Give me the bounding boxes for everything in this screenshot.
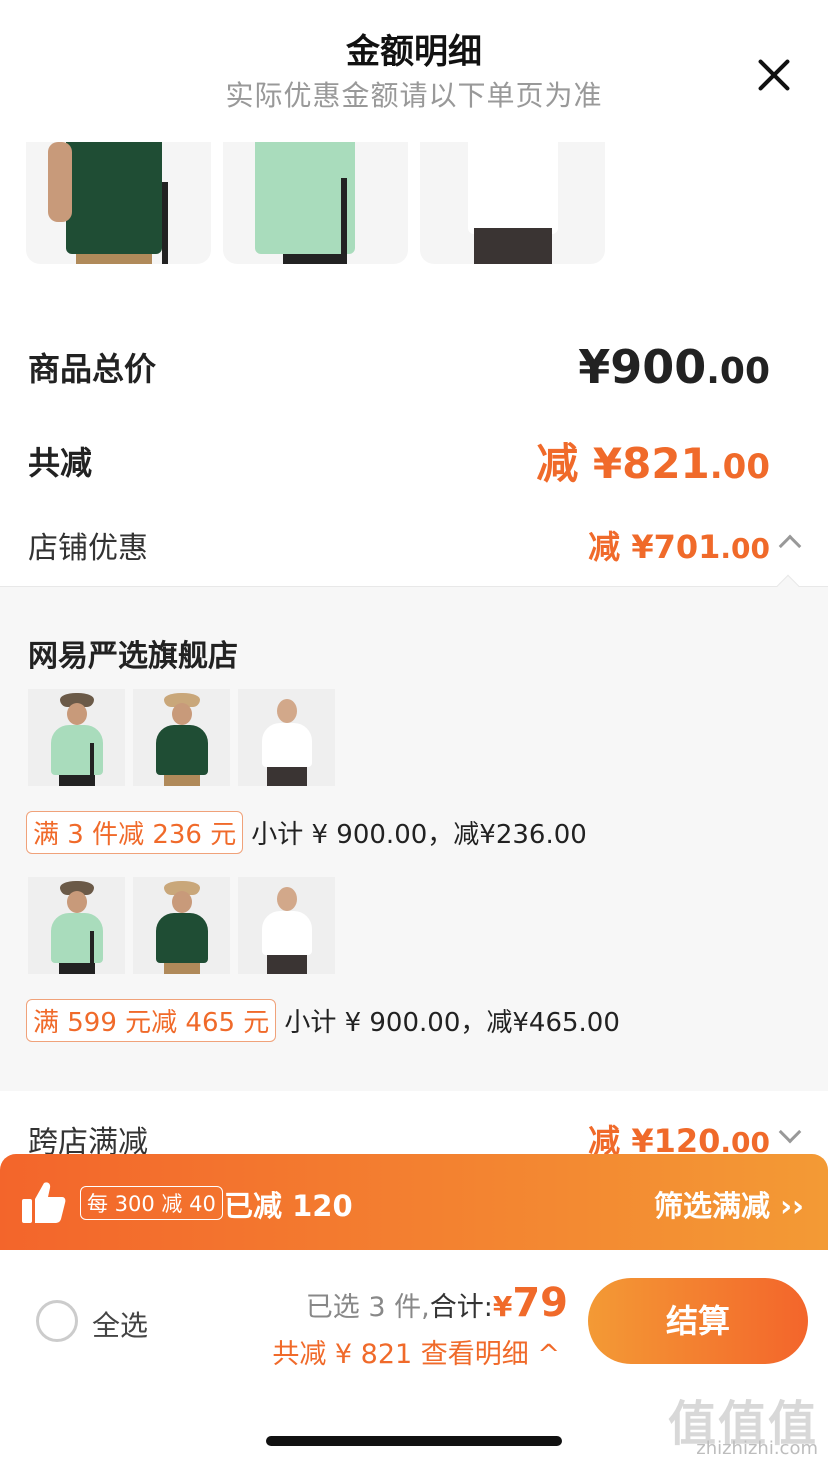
checkout-button[interactable]: 结算	[588, 1278, 808, 1364]
product-thumbnail[interactable]	[238, 877, 335, 974]
thumbs-up-icon	[22, 1182, 66, 1223]
promo-tag: 满 599 元减 465 元	[26, 999, 277, 1042]
chevron-down-icon[interactable]	[778, 1120, 802, 1144]
total-reduction-row: 共减 减 ¥821.00	[28, 430, 770, 491]
store-name: 网易严选旗舰店	[28, 639, 238, 674]
promo-subtotal: 小计 ¥ 900.00，减¥236.00	[251, 820, 587, 850]
watermark-site: zhizhizhi.com	[696, 1438, 818, 1459]
total-price-label: 商品总价	[28, 350, 157, 388]
promo-line: 满 3 件减 236 元 小计 ¥ 900.00，减¥236.00	[26, 811, 587, 854]
select-all-label[interactable]: 全选	[92, 1304, 148, 1344]
store-discount-panel: 网易严选旗舰店 满 3 件减 236 元 小计 ¥ 900.00，减¥236.0…	[0, 574, 828, 1091]
promo-tag: 满 3 件减 236 元	[26, 811, 244, 854]
promo-bar-done: 已减 120	[224, 1189, 353, 1223]
home-indicator[interactable]	[266, 1436, 562, 1446]
filter-promo-link[interactable]: 筛选满减 ››	[654, 1183, 804, 1225]
modal-subtitle: 实际优惠金额请以下单页为准	[225, 79, 603, 112]
modal-title: 金额明细	[346, 32, 482, 72]
close-icon[interactable]	[756, 56, 792, 92]
total-reduction-label: 共减	[28, 443, 93, 482]
promo-product-row	[28, 689, 335, 786]
chevron-up-icon[interactable]	[778, 534, 802, 558]
product-thumbnail[interactable]	[133, 877, 230, 974]
header: 金额明细 实际优惠金额请以下单页为准	[0, 0, 828, 140]
product-thumbnail[interactable]	[238, 689, 335, 786]
store-discount-value: 减 ¥701.00	[588, 528, 770, 566]
total-price-row: 商品总价 ¥900.00	[28, 340, 770, 394]
selected-summary: 已选 3 件,合计:¥79	[305, 1280, 568, 1326]
promo-bar[interactable]: 每 300 减 40 已减 120 筛选满减 ››	[0, 1154, 828, 1250]
product-thumbnail[interactable]	[420, 142, 605, 264]
promo-bar-tag: 每 300 减 40	[80, 1186, 223, 1220]
total-reduction-value: 减 ¥821.00	[536, 439, 770, 488]
product-thumbnail[interactable]	[28, 877, 125, 974]
product-thumbnail[interactable]	[26, 142, 211, 264]
promo-line: 满 599 元减 465 元 小计 ¥ 900.00，减¥465.00	[26, 999, 620, 1042]
product-thumbnail[interactable]	[28, 689, 125, 786]
promo-product-row	[28, 877, 335, 974]
store-discount-row[interactable]: 店铺优惠 减 ¥701.00	[28, 522, 770, 568]
promo-subtotal: 小计 ¥ 900.00，减¥465.00	[284, 1008, 620, 1038]
total-price-value: ¥900.00	[578, 340, 770, 394]
select-all-checkbox[interactable]	[36, 1300, 78, 1342]
product-thumbnail[interactable]	[223, 142, 408, 264]
checkout-bar: 全选 已选 3 件,合计:¥79 共减 ¥ 821 查看明细 ^ 结算 值值值 …	[0, 1250, 828, 1464]
store-discount-label: 店铺优惠	[28, 531, 148, 566]
product-thumbnail[interactable]	[133, 689, 230, 786]
view-detail-link[interactable]: 共减 ¥ 821 查看明细 ^	[272, 1332, 560, 1371]
product-thumbnails	[26, 142, 605, 264]
